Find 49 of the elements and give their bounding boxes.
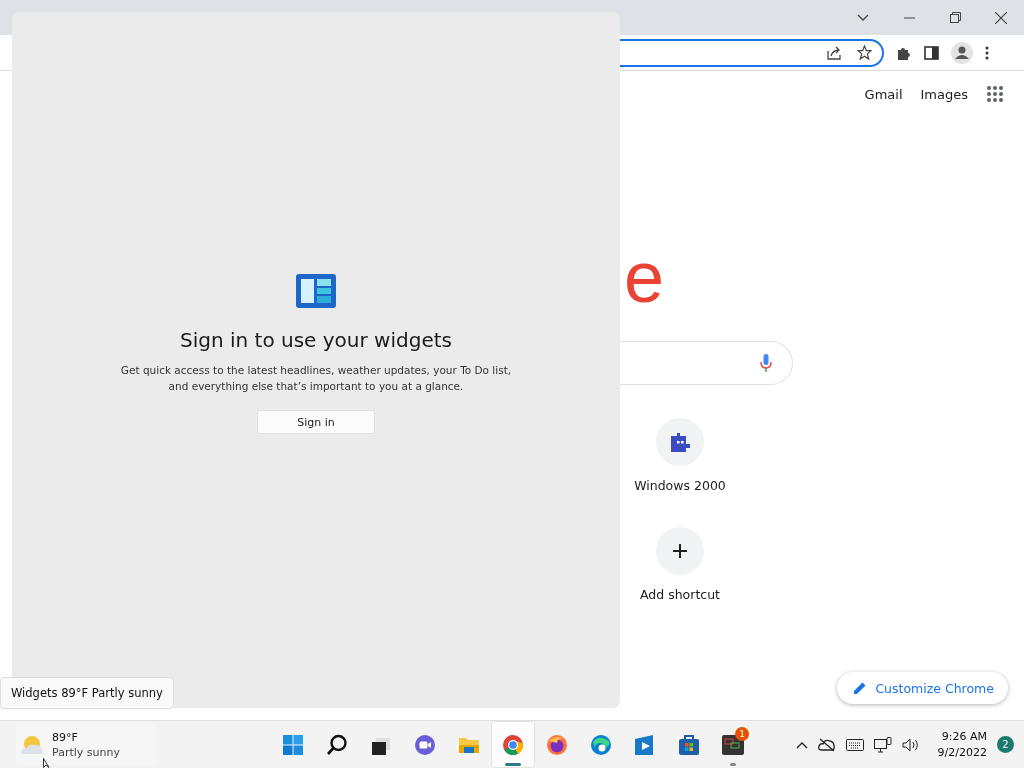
header-link[interactable]: Images <box>920 86 968 102</box>
profile-icon[interactable] <box>951 41 973 64</box>
side-panel-icon[interactable] <box>924 45 939 60</box>
header-link[interactable]: Gmail <box>864 86 903 102</box>
chevron-down-icon[interactable] <box>857 13 869 22</box>
running-indicator <box>505 763 521 766</box>
speaker-icon[interactable] <box>901 737 920 752</box>
shortcut[interactable]: Add shortcut <box>625 526 735 603</box>
keyboard-icon[interactable] <box>845 738 864 751</box>
plus-icon <box>672 543 688 559</box>
pixel-creature-icon <box>668 430 692 454</box>
chevron-up-icon[interactable] <box>795 740 808 749</box>
restore-icon[interactable] <box>949 12 961 23</box>
close-icon[interactable] <box>995 11 1007 24</box>
weather-condition: Partly sunny <box>52 744 120 760</box>
apps-grid-icon[interactable] <box>986 85 1004 103</box>
panel-description: Get quick access to the latest headlines, weather updates, your To Do list, and everything else that’s important to you at a glance. <box>119 363 513 394</box>
clock[interactable]: 9:26 AM 9/2/2022 <box>937 728 987 761</box>
terminal-icon <box>721 732 745 757</box>
chat-icon <box>413 732 437 757</box>
widgets-icon <box>296 274 336 308</box>
running-indicator <box>730 763 736 766</box>
star-icon[interactable] <box>857 45 872 60</box>
network-icon[interactable] <box>873 736 892 753</box>
search-icon <box>325 732 349 757</box>
microphone-icon[interactable] <box>760 354 772 372</box>
customize-button[interactable]: Customize Chrome <box>837 672 1008 704</box>
chrome-icon <box>501 732 525 757</box>
notification-count[interactable]: 2 <box>997 736 1014 753</box>
notification-badge: 1 <box>735 727 749 741</box>
firefox-icon <box>545 732 569 757</box>
temperature: 89°F <box>52 729 79 745</box>
tooltip: Widgets 89°F Partly sunny <box>0 677 174 709</box>
shopping-bag-icon <box>677 732 701 757</box>
sign-in-button[interactable]: Sign in <box>257 410 375 434</box>
address-bar[interactable] <box>620 38 884 67</box>
taskbar-app[interactable]: 1 <box>711 721 755 768</box>
edge-icon <box>589 732 613 757</box>
clock-time: 9:26 AM <box>941 728 987 745</box>
menu-icon[interactable] <box>985 45 989 60</box>
clock-date: 9/2/2022 <box>937 744 987 761</box>
cloud-off-icon[interactable] <box>817 737 836 752</box>
windows-logo-icon <box>281 732 305 757</box>
logo-text: e <box>624 241 666 301</box>
pencil-icon <box>853 681 868 695</box>
sun-cloud-icon <box>20 733 44 756</box>
share-icon[interactable] <box>827 45 843 60</box>
shortcut[interactable]: Windows 2000 <box>625 417 735 494</box>
panel-title: Sign in to use your widgets <box>180 328 452 352</box>
